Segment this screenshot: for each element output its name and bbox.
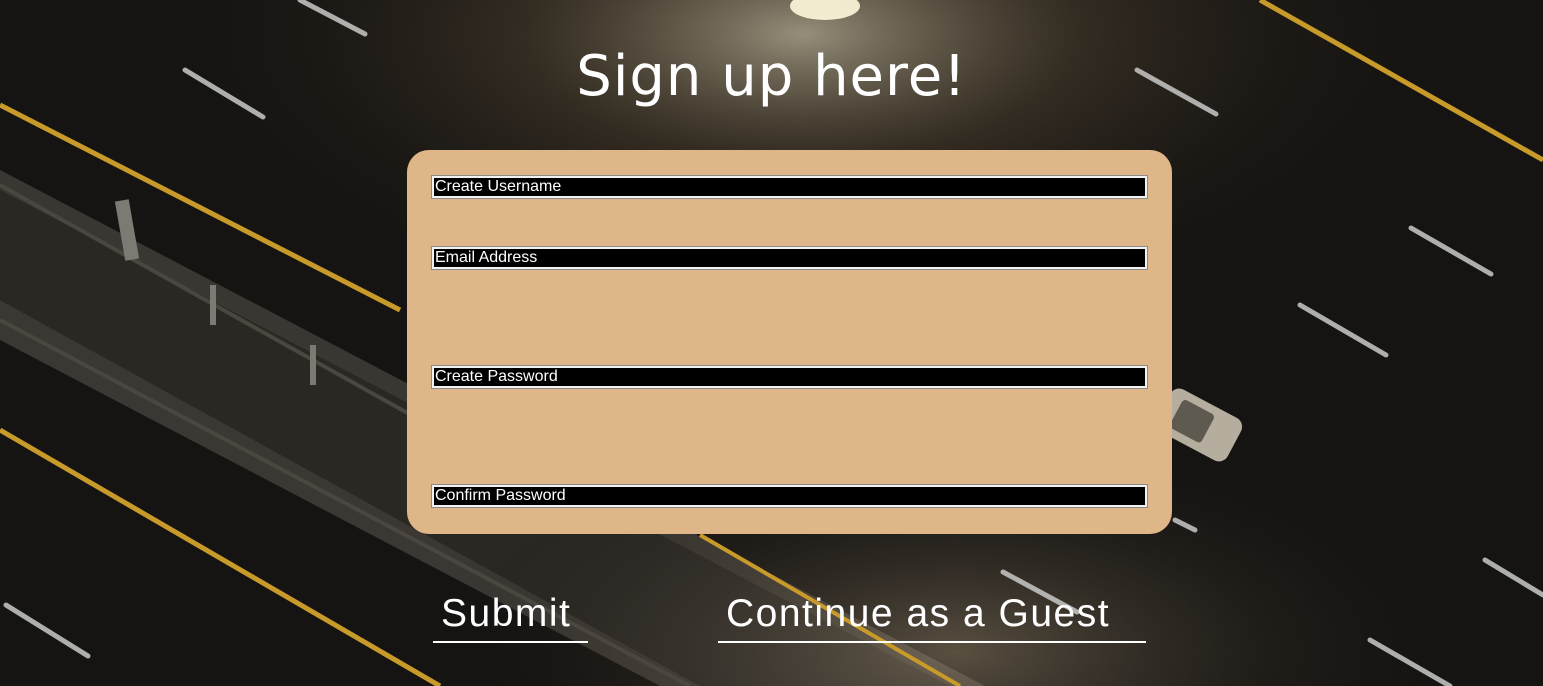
signup-form (407, 150, 1172, 534)
create-username-field[interactable] (432, 176, 1147, 198)
continue-as-guest-button[interactable]: Continue as a Guest (718, 590, 1146, 643)
submit-button[interactable]: Submit (433, 590, 588, 643)
email-address-field[interactable] (432, 247, 1147, 269)
page-title: Sign up here! (576, 44, 967, 109)
confirm-password-field[interactable] (432, 485, 1147, 507)
create-password-field[interactable] (432, 366, 1147, 388)
